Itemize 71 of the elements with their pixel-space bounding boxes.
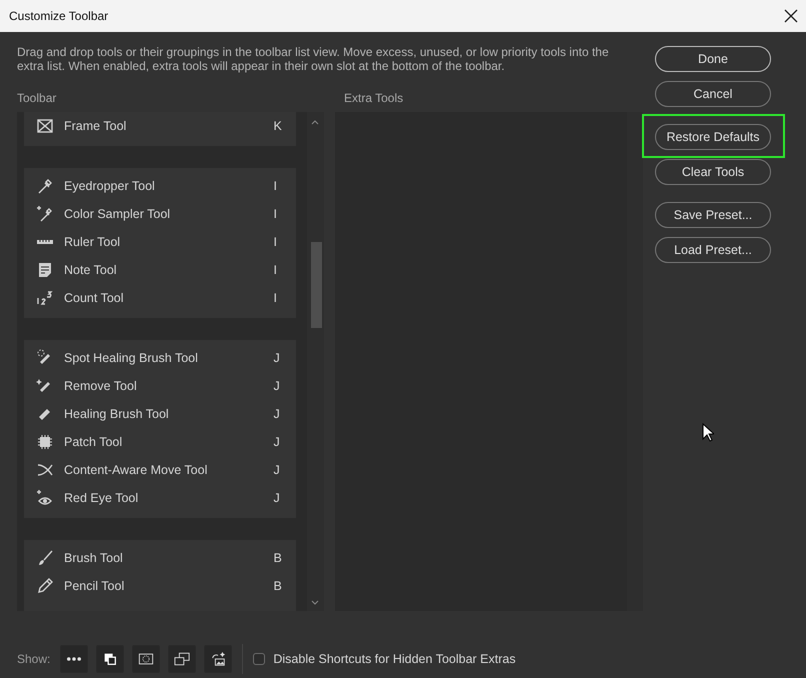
tool-name[interactable]: Eyedropper Tool: [64, 179, 274, 193]
tool-group[interactable]: Frame Tool K: [24, 112, 296, 146]
scroll-thumb[interactable]: [310, 242, 322, 328]
brush-icon: [36, 549, 54, 567]
tool-name[interactable]: Healing Brush Tool: [64, 407, 274, 421]
screen-mode-button[interactable]: [168, 645, 196, 673]
shortcut-key: I: [274, 179, 296, 193]
dialog-button[interactable]: Clear Tools: [655, 159, 771, 185]
color-sampler-icon: [36, 205, 54, 223]
patch-icon: [36, 433, 54, 451]
shortcut-key: J: [274, 491, 296, 505]
edit-toolbar-button[interactable]: [204, 645, 232, 673]
show-label: Show:: [17, 652, 50, 666]
shortcut-key: I: [274, 207, 296, 221]
colors-button[interactable]: [96, 645, 124, 673]
tool-name[interactable]: Patch Tool: [64, 435, 274, 449]
tool-name[interactable]: Pencil Tool: [64, 579, 274, 593]
note-icon: [36, 261, 54, 279]
tool-group[interactable]: Spot Healing Brush Tool J Remove Tool J Healing Brush Tool J Patch Tool J Content-Aware Move Tool J Red Eye Tool J: [24, 340, 296, 518]
shortcut-key: I: [274, 235, 296, 249]
tool-name[interactable]: Brush Tool: [64, 551, 274, 565]
shortcut-key: I: [274, 263, 296, 277]
description-text: Drag and drop tools or their groupings in the toolbar list view. Move excess, unused, or low priority tools into the extra list. When enabled, extra tools will appear in their own slot at the bottom of the toolbar.: [17, 45, 610, 73]
dialog-button[interactable]: Load Preset...: [655, 237, 771, 263]
color-swatches-icon: [102, 651, 118, 667]
ruler-icon: [37, 240, 53, 244]
extra-tools-label: Extra Tools: [344, 91, 404, 105]
pencil-icon: [36, 577, 54, 595]
shortcut-key: B: [274, 579, 296, 593]
dialog-button[interactable]: Done: [655, 46, 771, 72]
tool-group[interactable]: Eyedropper Tool I Color Sampler Tool I Ruler Tool I Note Tool I Count Tool I: [24, 168, 296, 318]
checkbox-label[interactable]: Disable Shortcuts for Hidden Toolbar Extras: [273, 652, 516, 666]
dialog-button[interactable]: Restore Defaults: [655, 124, 771, 150]
shortcut-key: K: [274, 119, 296, 133]
shortcut-key: J: [274, 407, 296, 421]
tool-name[interactable]: Ruler Tool: [64, 235, 274, 249]
scrollbar[interactable]: [306, 112, 324, 611]
tool-name[interactable]: Note Tool: [64, 263, 274, 277]
frame-icon: [36, 117, 54, 135]
tool-name[interactable]: Color Sampler Tool: [64, 207, 274, 221]
scroll-down-icon[interactable]: [310, 599, 320, 607]
tool-name[interactable]: Content-Aware Move Tool: [64, 463, 274, 477]
shortcut-key: B: [274, 551, 296, 565]
tool-name[interactable]: Remove Tool: [64, 379, 274, 393]
extras-button[interactable]: [60, 645, 88, 673]
shortcut-key: J: [274, 351, 296, 365]
shortcut-key: J: [274, 379, 296, 393]
tool-name[interactable]: Frame Tool: [64, 119, 274, 133]
close-icon[interactable]: [784, 9, 798, 23]
window-title: Customize Toolbar: [9, 9, 108, 23]
image-sparkle-icon: [210, 651, 226, 667]
tool-group[interactable]: Brush Tool B Pencil Tool B: [24, 540, 296, 611]
tool-name[interactable]: Red Eye Tool: [64, 491, 274, 505]
windows-icon: [174, 651, 190, 667]
tool-name[interactable]: Spot Healing Brush Tool: [64, 351, 274, 365]
shortcut-key: J: [274, 463, 296, 477]
scroll-up-icon[interactable]: [310, 118, 320, 126]
dialog-button[interactable]: Save Preset...: [655, 202, 771, 228]
count-icon: [36, 289, 54, 307]
dialog-button[interactable]: Cancel: [655, 81, 771, 107]
shortcut-key: J: [274, 435, 296, 449]
tool-name[interactable]: Count Tool: [64, 291, 274, 305]
dotted-selection-icon: [138, 651, 154, 667]
eye-icon: [36, 489, 54, 507]
checkbox[interactable]: [253, 653, 266, 665]
toolbar-label: Toolbar: [17, 91, 58, 105]
quick-mask-button[interactable]: [132, 645, 160, 673]
pointer-icon: [702, 423, 714, 442]
shortcut-key: I: [274, 291, 296, 305]
more-icon: [67, 657, 82, 661]
eyedropper-icon: [36, 177, 54, 195]
